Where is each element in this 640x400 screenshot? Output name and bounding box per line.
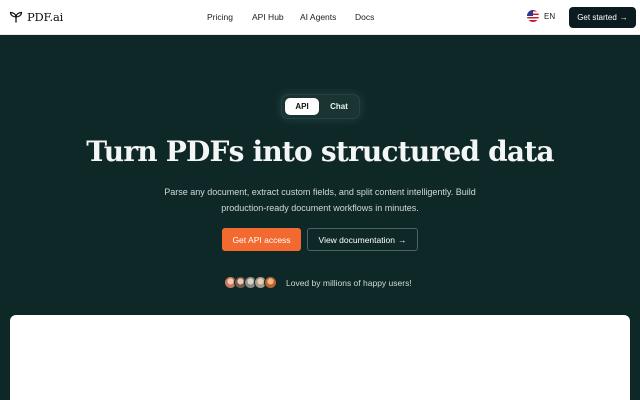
tab-chat[interactable]: Chat <box>322 98 356 115</box>
leaf-logo-icon <box>9 10 23 24</box>
nav-link-docs[interactable]: Docs <box>355 12 374 22</box>
social-proof: Loved by millions of happy users! <box>224 276 412 289</box>
content-panel <box>10 315 630 400</box>
arrow-right-icon: → <box>397 234 407 245</box>
user-avatars <box>224 276 277 289</box>
view-documentation-button[interactable]: View documentation → <box>307 228 418 251</box>
get-api-access-button[interactable]: Get API access <box>222 228 301 251</box>
view-documentation-label: View documentation <box>318 234 395 245</box>
logo-text: PDF.ai <box>27 10 64 24</box>
hero-subtext: Parse any document, extract custom field… <box>164 187 476 213</box>
language-label: EN <box>544 11 556 21</box>
nav-link-ai-agents[interactable]: AI Agents <box>300 12 336 22</box>
nav-link-api-hub[interactable]: API Hub <box>252 12 284 22</box>
arrow-right-icon: → <box>619 13 628 22</box>
nav-link-pricing[interactable]: Pricing <box>207 12 233 22</box>
mode-toggle: API Chat <box>281 94 360 119</box>
hero-headline: Turn PDFs into structured data <box>86 135 554 168</box>
us-flag-icon <box>527 10 539 22</box>
social-proof-text: Loved by millions of happy users! <box>286 277 412 288</box>
logo[interactable]: PDF.ai <box>9 10 63 24</box>
top-nav: PDF.ai Pricing API Hub AI Agents Docs EN… <box>0 0 640 35</box>
get-started-label: Get started <box>577 13 617 22</box>
avatar <box>264 276 277 289</box>
language-selector[interactable]: EN <box>527 10 555 22</box>
get-started-button[interactable]: Get started → <box>569 7 636 28</box>
tab-api[interactable]: API <box>285 98 319 115</box>
